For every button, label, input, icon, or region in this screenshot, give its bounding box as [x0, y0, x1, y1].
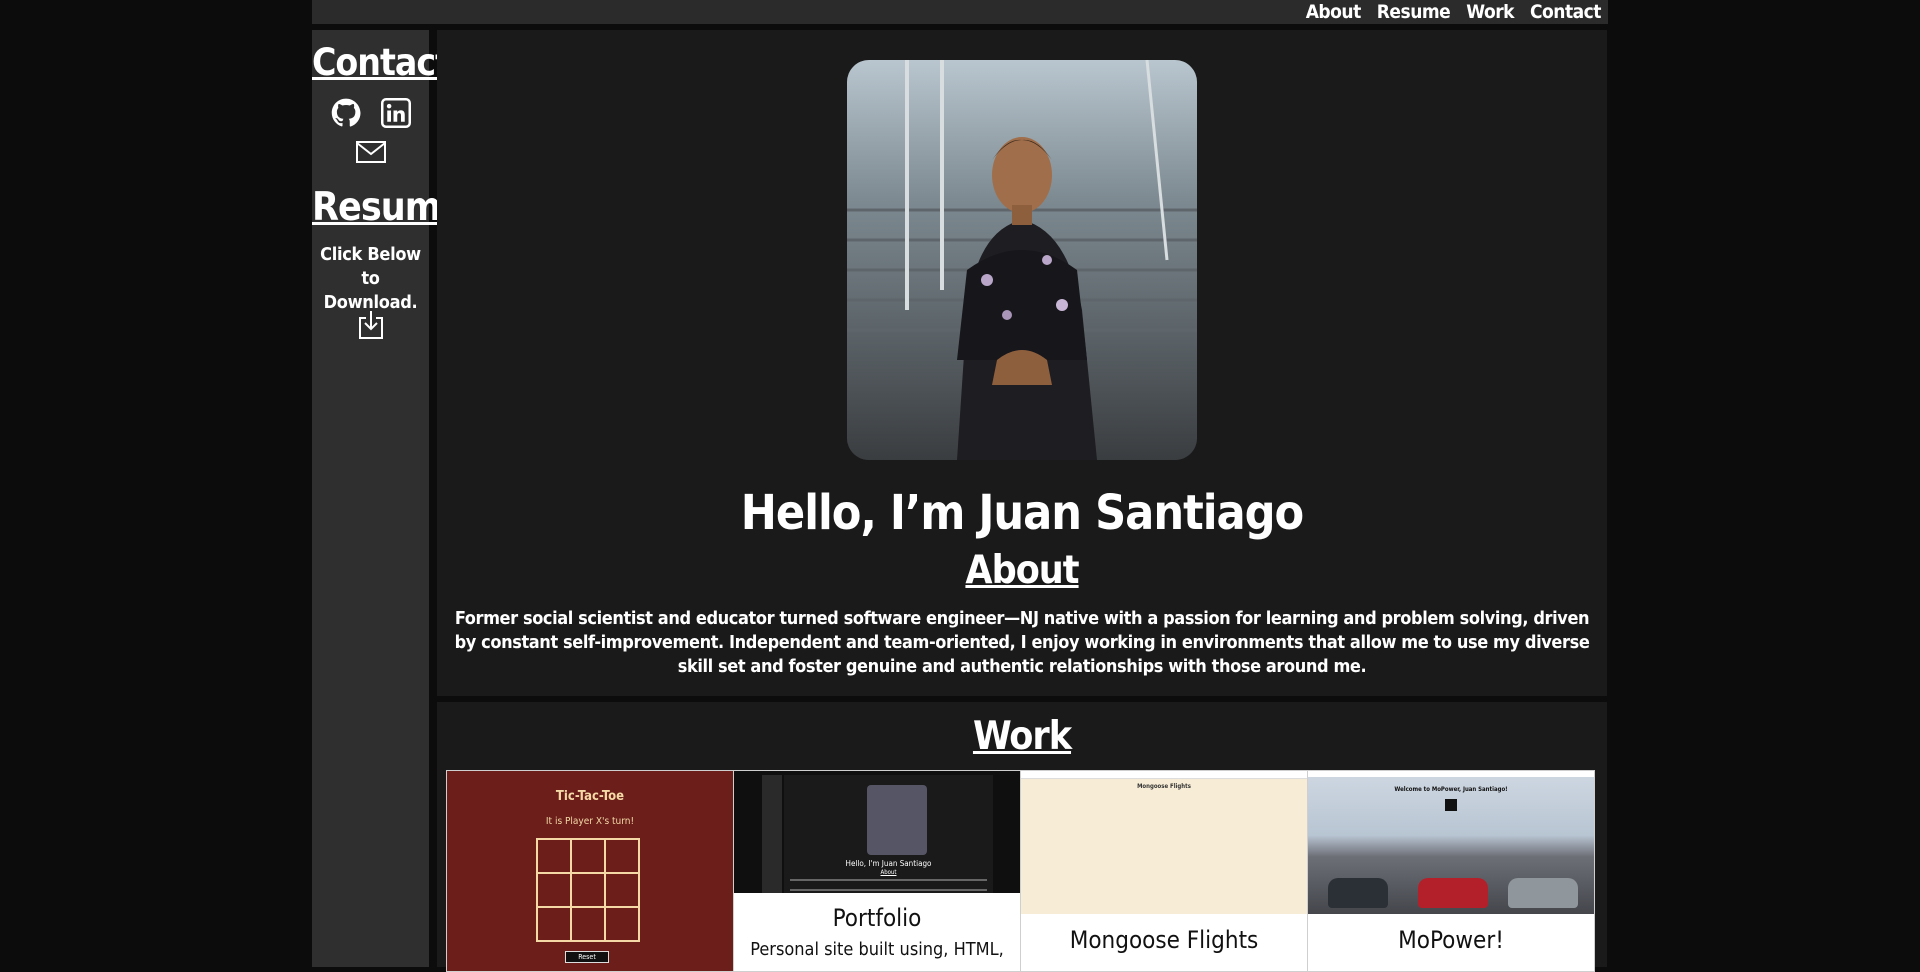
project-thumbnail: Hello, I'm Juan Santiago About: [734, 771, 1020, 893]
project-description: Personal site built using, HTML,: [750, 939, 1004, 960]
resume-heading: Resume: [312, 185, 464, 230]
about-heading: About: [965, 548, 1079, 593]
project-card-tic-tac-toe[interactable]: Tic-Tac-Toe It is Player X's turn! Reset: [446, 770, 734, 972]
project-card-portfolio[interactable]: Hello, I'm Juan Santiago About Portfolio…: [733, 770, 1021, 972]
project-title: MoPower!: [1398, 926, 1504, 954]
project-card-mongoose-flights[interactable]: Mongoose Flights Mongoose Flights: [1020, 770, 1308, 972]
top-nav: About Resume Work Contact: [312, 0, 1608, 24]
project-title: Mongoose Flights: [1069, 926, 1259, 954]
thumb-title: Mongoose Flights: [1137, 783, 1191, 790]
thumb-turn-text: It is Player X's turn!: [545, 816, 635, 827]
nav-contact-link[interactable]: Contact: [1530, 1, 1601, 23]
project-thumbnail: Mongoose Flights: [1021, 771, 1307, 914]
sidebar: Contact Resume Click Below to Download.: [312, 30, 464, 967]
github-icon[interactable]: [331, 98, 361, 132]
about-section: Hello, I’m Juan Santiago About Former so…: [437, 30, 1607, 696]
download-icon[interactable]: [358, 310, 384, 344]
nav-work-link[interactable]: Work: [1466, 1, 1514, 23]
thumb-title: Welcome to MoPower, Juan Santiago!: [1394, 786, 1508, 793]
project-title: Portfolio: [832, 904, 922, 932]
contact-icons-row-2: [312, 140, 429, 168]
work-heading: Work: [972, 714, 1072, 759]
work-section: Work Tic-Tac-Toe It is Player X's turn! …: [437, 702, 1607, 972]
greeting-heading: Hello, I’m Juan Santiago: [740, 485, 1304, 541]
thumb-board: [536, 838, 640, 942]
resume-instructions: Click Below to Download.: [320, 244, 421, 313]
nav-resume-link[interactable]: Resume: [1377, 1, 1451, 23]
project-thumbnail: Welcome to MoPower, Juan Santiago!: [1308, 771, 1594, 914]
profile-photo: [847, 60, 1197, 460]
thumb-reset-button: Reset: [565, 951, 609, 963]
linkedin-icon[interactable]: [380, 98, 411, 132]
nav-about-link[interactable]: About: [1306, 1, 1362, 23]
project-card-mopower[interactable]: Welcome to MoPower, Juan Santiago! MoPow…: [1307, 770, 1595, 972]
mail-icon[interactable]: [355, 140, 386, 168]
thumb-about: About: [880, 869, 897, 876]
thumb-title: Tic-Tac-Toe: [555, 789, 625, 804]
thumb-greeting: Hello, I'm Juan Santiago: [845, 859, 932, 868]
about-text: Former social scientist and educator tur…: [454, 608, 1590, 677]
contact-heading: Contact: [312, 41, 451, 84]
contact-icons: [312, 98, 429, 132]
